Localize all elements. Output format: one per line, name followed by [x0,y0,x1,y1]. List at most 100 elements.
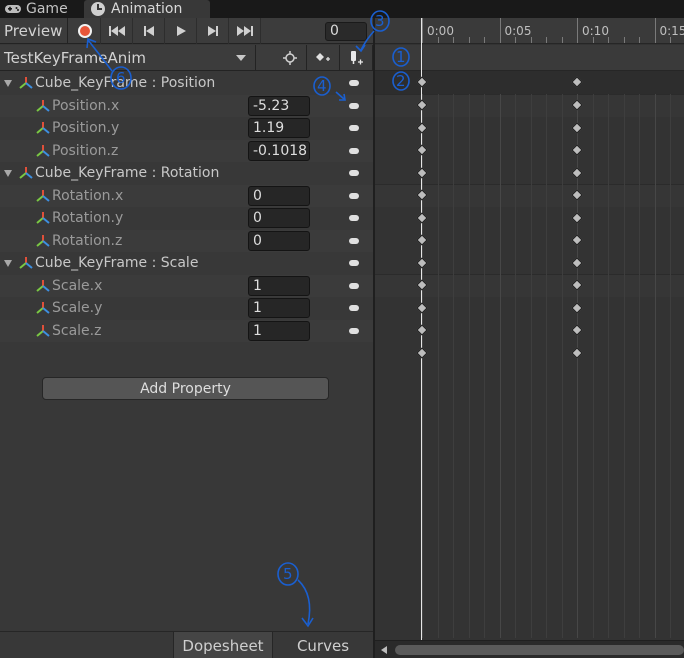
property-label: Scale.z [52,322,102,339]
frame-input[interactable]: 0 [325,22,367,41]
property-value-field[interactable]: 0 [248,185,310,206]
grid-line [546,94,547,638]
property-options-icon[interactable] [349,147,359,154]
record-icon [77,24,92,38]
step-forward-icon [207,26,218,36]
grid-line [561,94,563,638]
foldout-arrow-icon[interactable] [4,80,12,87]
property-label: Rotation.z [52,232,123,249]
grid-line [654,94,656,638]
property-group-row[interactable]: Cube_KeyFrame : Rotation [0,162,373,185]
grid-line [515,94,516,638]
grid-line [592,94,594,638]
property-options-icon[interactable] [349,282,359,289]
tab-curves[interactable]: Curves [273,632,373,658]
transform-axis-icon [19,257,33,269]
transform-axis-icon [36,189,50,202]
property-options-icon[interactable] [349,260,359,266]
property-label: Rotation.x [52,187,124,204]
transform-axis-icon [19,167,33,179]
property-row[interactable]: Position.x -5.23 [0,94,373,117]
previous-keyframe-button[interactable] [133,18,165,44]
property-label: Position.z [52,142,119,159]
tab-dopesheet[interactable]: Dopesheet [173,632,273,658]
scrollbar-thumb[interactable] [395,645,684,655]
property-group-row[interactable]: Cube_KeyFrame : Position [0,72,373,95]
property-list: Cube_KeyFrame : Position Position.x -5.23 P… [0,72,373,372]
horizontal-scrollbar[interactable] [375,640,684,658]
transform-axis-icon [36,234,50,247]
property-options-icon[interactable] [349,170,359,176]
transform-axis-icon [36,144,50,157]
property-value-field[interactable]: 0 [248,230,310,251]
property-row[interactable]: Scale.x 1 [0,274,373,297]
property-row[interactable]: Position.z -0.1018 [0,139,373,162]
tab-animation[interactable]: Animation [84,0,210,18]
property-value-field[interactable]: -5.23 [248,95,310,116]
property-options-icon[interactable] [349,102,359,109]
property-value-field[interactable]: 1 [248,320,310,341]
property-row[interactable]: Scale.z 1 [0,319,373,342]
step-back-icon [143,26,154,36]
grid-line [499,94,501,638]
crosshair-icon [283,51,297,65]
foldout-arrow-icon[interactable] [4,170,12,177]
chevron-down-icon [236,55,246,61]
property-value-field[interactable]: -0.1018 [248,140,310,161]
property-row[interactable]: Rotation.z 0 [0,229,373,252]
tab-game-label: Game [26,1,68,17]
property-options-icon[interactable] [349,80,359,86]
grid-line [437,94,439,638]
property-options-icon[interactable] [349,125,359,131]
property-options-icon[interactable] [349,215,359,221]
timeline-panel[interactable]: 0:00 0:05 0:10 0:15 [375,18,684,658]
scroll-left-icon[interactable] [381,646,387,654]
foldout-arrow-icon[interactable] [4,260,12,267]
annotation-5: 5 [277,562,314,628]
property-value-field[interactable]: 1 [248,298,310,318]
first-keyframe-button[interactable] [101,18,133,44]
grid-line [608,94,609,638]
property-group-row[interactable]: Cube_KeyFrame : Scale [0,252,373,275]
add-keyframe-button[interactable] [307,45,340,71]
property-label: Cube_KeyFrame : Position [35,75,216,92]
play-button[interactable] [165,18,197,44]
transform-axis-icon [36,324,50,337]
annotation-5-label: 5 [283,565,293,583]
property-options-icon[interactable] [349,237,359,244]
grid-line [670,94,671,638]
grid-line [639,94,640,638]
property-label: Cube_KeyFrame : Rotation [35,165,220,182]
property-value-field[interactable]: 1.19 [248,118,310,138]
view-mode-bar: Dopesheet Curves [0,631,373,658]
property-row[interactable]: Scale.y 1 [0,297,373,320]
gamepad-icon [5,5,21,13]
animation-toolbar: Preview 0 [0,18,373,44]
property-row[interactable]: Rotation.x 0 [0,184,373,207]
filter-by-selection-button[interactable] [274,45,307,71]
next-keyframe-button[interactable] [197,18,229,44]
last-keyframe-button[interactable] [229,18,261,44]
play-icon [176,26,186,36]
property-options-icon[interactable] [349,192,359,199]
property-value-field[interactable]: 1 [248,275,310,296]
transform-axis-icon [19,77,33,89]
clip-dropdown[interactable]: TestKeyFrameAnim [0,45,256,71]
transform-axis-icon [36,99,50,112]
record-button[interactable] [69,18,101,44]
tab-animation-label: Animation [111,1,183,17]
property-options-icon[interactable] [349,327,359,334]
property-options-icon[interactable] [349,305,359,311]
preview-button[interactable]: Preview [0,18,68,44]
property-row[interactable]: Position.y 1.19 [0,117,373,140]
property-value-field[interactable]: 0 [248,208,310,228]
property-row[interactable]: Rotation.y 0 [0,207,373,230]
tab-game[interactable]: Game [0,0,82,18]
grid-line [453,94,454,638]
grid-line [484,94,485,638]
skip-to-end-icon [236,26,253,36]
add-event-button[interactable] [340,45,373,71]
property-label: Rotation.y [52,210,124,227]
add-property-button[interactable]: Add Property [42,377,329,400]
property-label: Position.y [52,120,120,137]
